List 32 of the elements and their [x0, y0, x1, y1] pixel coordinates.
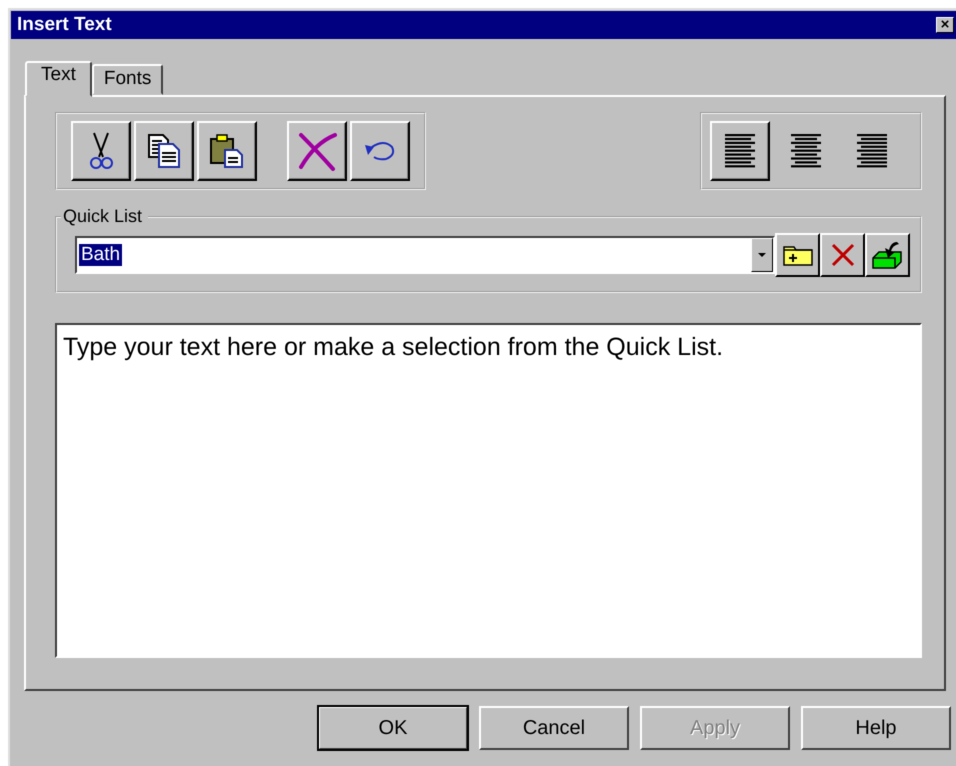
scissors-icon [88, 131, 114, 171]
dialog-button[interactable]: Help [801, 706, 951, 750]
text-area[interactable]: Type your text here or make a selection from the Quick List. [55, 323, 922, 658]
clipboard-icon [209, 133, 245, 169]
cross-icon [830, 242, 856, 268]
save-button[interactable] [865, 233, 910, 277]
cut-button[interactable] [71, 121, 131, 181]
window-title: Insert Text [17, 14, 112, 36]
delete-button[interactable] [820, 233, 865, 277]
tray-arrow-icon [870, 240, 904, 270]
align-lines-icon [791, 134, 821, 168]
quick-list-combo[interactable]: Bath [75, 236, 775, 274]
dropdown-button[interactable] [751, 238, 773, 272]
copy-button[interactable] [134, 121, 194, 181]
close-button[interactable]: × [936, 17, 954, 33]
clear-button[interactable] [287, 121, 347, 181]
caret-icon [758, 253, 766, 257]
tab[interactable]: Text [25, 61, 92, 97]
align-lines-icon [857, 134, 887, 168]
cross-icon [297, 131, 337, 171]
dialog-button[interactable]: OK [318, 706, 468, 750]
paste-button[interactable] [197, 121, 257, 181]
tab[interactable]: Fonts [92, 64, 164, 95]
align-button[interactable] [710, 121, 770, 181]
align-lines-icon [725, 134, 755, 168]
group-label: Quick List [62, 206, 144, 227]
new-folder-button[interactable] [775, 233, 820, 277]
text-area-value: Type your text here or make a selection from the Quick List. [63, 333, 724, 361]
undo-button[interactable] [350, 121, 410, 181]
combo-value: Bath [79, 244, 122, 266]
copy-icon [147, 133, 181, 169]
dialog-button[interactable]: Cancel [479, 706, 629, 750]
